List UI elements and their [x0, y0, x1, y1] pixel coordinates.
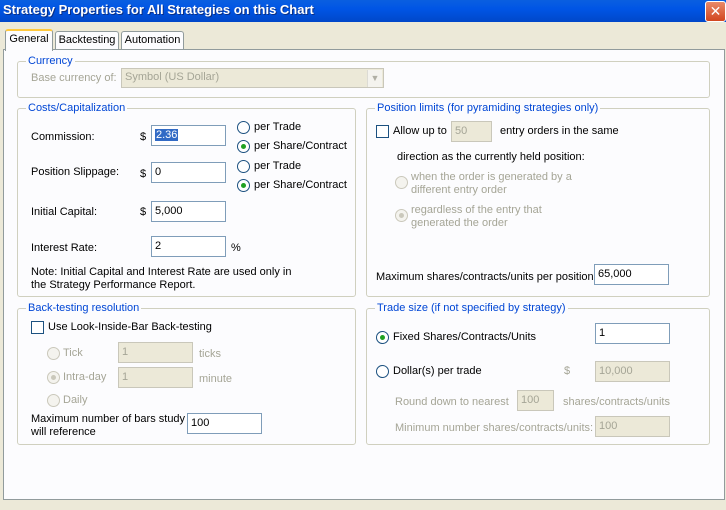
- slippage-per-trade-label[interactable]: per Trade: [254, 160, 301, 172]
- dollars-per-trade-value: 10,000: [599, 365, 633, 377]
- slippage-input[interactable]: 0: [151, 162, 226, 183]
- allow-up-to-label[interactable]: Allow up to: [393, 125, 447, 137]
- window-title: Strategy Properties for All Strategies o…: [3, 2, 314, 17]
- base-currency-select[interactable]: Symbol (US Dollar) ▼: [121, 68, 384, 88]
- note-line2: the Strategy Performance Report.: [31, 279, 196, 291]
- min-shares-label: Minimum number shares/contracts/units:: [395, 422, 594, 434]
- min-shares-input[interactable]: 100: [595, 416, 670, 437]
- option-regardless-line2: generated the order: [411, 217, 508, 229]
- tick-label: Tick: [63, 347, 83, 359]
- option-different-entry-line2: different entry order: [411, 184, 507, 196]
- min-shares-value: 100: [599, 420, 618, 432]
- max-bars-input[interactable]: 100: [187, 413, 262, 434]
- tab-automation[interactable]: Automation: [121, 31, 184, 50]
- capital-currency: $: [140, 206, 147, 218]
- currency-legend: Currency: [26, 55, 75, 67]
- capital-value: 5,000: [155, 205, 183, 217]
- commission-per-trade-radio[interactable]: [237, 121, 250, 134]
- daily-label: Daily: [63, 394, 88, 406]
- backtesting-legend: Back-testing resolution: [26, 302, 142, 314]
- round-down-value: 100: [521, 394, 540, 406]
- fixed-shares-input[interactable]: 1: [595, 323, 670, 344]
- trade-size-group: Trade size (if not specified by strategy…: [366, 302, 710, 445]
- tab-backtesting[interactable]: Backtesting: [55, 31, 119, 50]
- intraday-label: Intra-day: [63, 371, 107, 383]
- slippage-per-trade-radio[interactable]: [237, 160, 250, 173]
- daily-radio[interactable]: [47, 394, 60, 407]
- fixed-shares-value: 1: [599, 327, 606, 339]
- tick-radio[interactable]: [47, 347, 60, 360]
- interest-input[interactable]: 2: [151, 236, 226, 257]
- max-shares-input[interactable]: 65,000: [594, 264, 669, 285]
- dollars-currency: $: [564, 365, 571, 377]
- interest-unit: %: [231, 242, 241, 254]
- commission-per-share-label[interactable]: per Share/Contract: [254, 140, 347, 152]
- max-bars-line2: will reference: [31, 426, 96, 438]
- option-regardless-line1: regardless of the entry that: [411, 204, 542, 216]
- round-down-input[interactable]: 100: [517, 390, 554, 411]
- round-down-label: Round down to nearest: [395, 396, 509, 408]
- commission-per-share-radio[interactable]: [237, 140, 250, 153]
- fixed-shares-radio[interactable]: [376, 331, 389, 344]
- commission-input[interactable]: 2.36: [151, 125, 226, 146]
- allow-up-to-checkbox[interactable]: [376, 125, 389, 138]
- currency-group: Currency Base currency of: Symbol (US Do…: [17, 55, 710, 98]
- round-down-unit: shares/contracts/units: [563, 396, 670, 408]
- slippage-currency: $: [140, 168, 147, 180]
- capital-input[interactable]: 5,000: [151, 201, 226, 222]
- intraday-unit: minute: [199, 373, 233, 385]
- interest-value: 2: [155, 240, 162, 252]
- allow-up-to-input[interactable]: 50: [451, 121, 492, 142]
- note-line1: Note: Initial Capital and Interest Rate …: [31, 266, 292, 278]
- tick-unit: ticks: [199, 348, 221, 360]
- commission-value: 2.36: [155, 129, 179, 141]
- allow-up-to-suffix: entry orders in the same: [500, 125, 619, 137]
- dollars-per-trade-label[interactable]: Dollar(s) per trade: [393, 365, 482, 377]
- commission-label: Commission:: [31, 131, 95, 143]
- dollars-per-trade-input[interactable]: 10,000: [595, 361, 670, 382]
- option-regardless-radio[interactable]: [395, 209, 408, 222]
- slippage-per-share-label[interactable]: per Share/Contract: [254, 179, 347, 191]
- slippage-per-share-radio[interactable]: [237, 179, 250, 192]
- tick-value: 1: [122, 346, 129, 358]
- commission-currency: $: [140, 131, 147, 143]
- tab-general[interactable]: General: [5, 29, 53, 51]
- intraday-radio[interactable]: [47, 371, 60, 384]
- close-icon[interactable]: ✕: [705, 1, 726, 22]
- allow-up-to-value: 50: [455, 125, 468, 137]
- trade-size-legend: Trade size (if not specified by strategy…: [375, 302, 568, 314]
- option-different-entry-radio[interactable]: [395, 176, 408, 189]
- commission-per-trade-label[interactable]: per Trade: [254, 121, 301, 133]
- base-currency-value: Symbol (US Dollar): [125, 71, 220, 83]
- look-inside-bar-checkbox[interactable]: [31, 321, 44, 334]
- chevron-down-icon[interactable]: ▼: [367, 70, 382, 87]
- look-inside-bar-label[interactable]: Use Look-Inside-Bar Back-testing: [48, 321, 212, 333]
- base-currency-label: Base currency of:: [31, 72, 117, 84]
- max-bars-value: 100: [191, 417, 210, 429]
- fixed-shares-label[interactable]: Fixed Shares/Contracts/Units: [393, 331, 536, 343]
- max-bars-line1: Maximum number of bars study: [31, 413, 186, 425]
- intraday-input[interactable]: 1: [118, 367, 193, 388]
- dollars-per-trade-radio[interactable]: [376, 365, 389, 378]
- slippage-label: Position Slippage:: [31, 166, 120, 178]
- interest-label: Interest Rate:: [31, 242, 98, 254]
- option-different-entry-line1: when the order is generated by a: [411, 171, 572, 183]
- costs-group: Costs/Capitalization Commission: $ 2.36 …: [17, 102, 356, 297]
- slippage-value: 0: [155, 166, 162, 178]
- position-limits-legend: Position limits (for pyramiding strategi…: [375, 102, 601, 114]
- max-shares-label: Maximum shares/contracts/units per posit…: [376, 271, 594, 283]
- backtesting-group: Back-testing resolution Use Look-Inside-…: [17, 302, 356, 445]
- intraday-value: 1: [122, 371, 129, 383]
- capital-label: Initial Capital:: [31, 206, 98, 218]
- max-shares-value: 65,000: [598, 268, 632, 280]
- general-panel: Currency Base currency of: Symbol (US Do…: [3, 49, 725, 500]
- position-limits-group: Position limits (for pyramiding strategi…: [366, 102, 710, 297]
- costs-legend: Costs/Capitalization: [26, 102, 128, 114]
- tick-input[interactable]: 1: [118, 342, 193, 363]
- direction-text: direction as the currently held position…: [397, 151, 585, 163]
- title-bar[interactable]: Strategy Properties for All Strategies o…: [0, 0, 726, 22]
